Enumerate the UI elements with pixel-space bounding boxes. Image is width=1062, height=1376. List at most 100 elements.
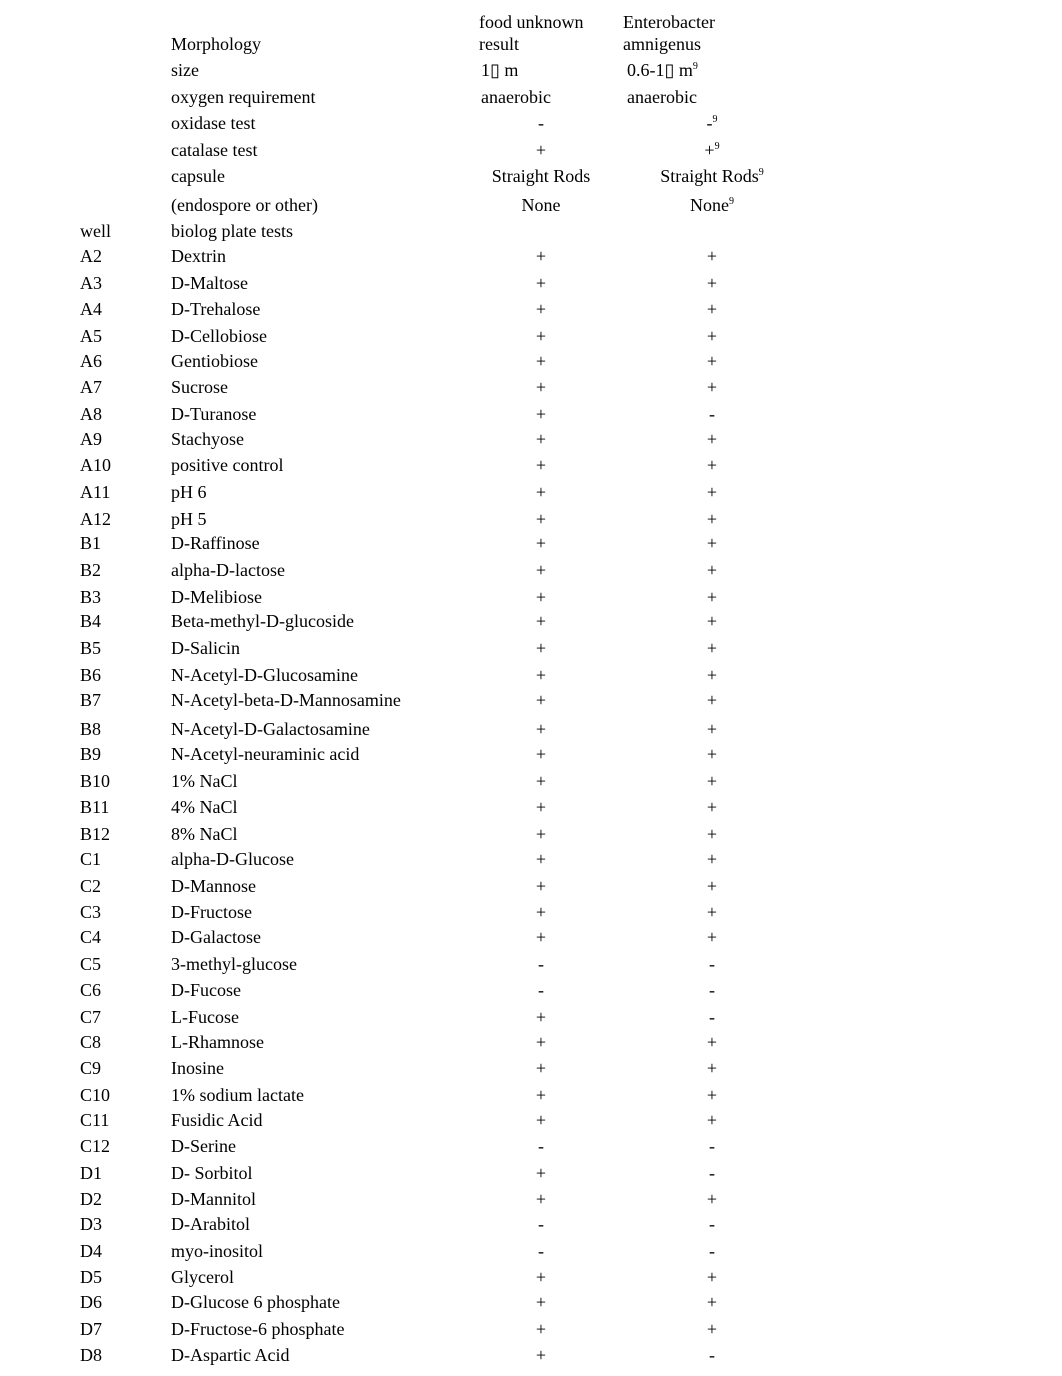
unknown-result: + <box>535 404 547 424</box>
reference-result: + <box>706 429 718 449</box>
well-id: A3 <box>80 273 102 293</box>
substrate-name: L-Rhamnose <box>171 1032 264 1052</box>
well-id: B12 <box>80 824 111 844</box>
unknown-result: + <box>535 797 547 817</box>
morphology-test-label: size <box>171 60 199 80</box>
section-morphology: Morphology <box>171 34 261 54</box>
unknown-result: - <box>538 980 544 1000</box>
reference-result: + <box>706 1292 718 1312</box>
well-id: D6 <box>80 1292 102 1312</box>
section-biolog: biolog plate tests <box>171 221 293 241</box>
well-id: A12 <box>80 509 111 529</box>
unknown-result: 1▯ m <box>481 60 519 80</box>
reference-result: + <box>706 744 718 764</box>
unknown-result: + <box>535 744 547 764</box>
citation-superscript: 9 <box>712 114 718 125</box>
well-id: B5 <box>80 638 102 658</box>
well-id: D7 <box>80 1319 102 1339</box>
substrate-name: positive control <box>171 455 284 475</box>
unknown-result: + <box>535 509 547 529</box>
substrate-name: Gentiobiose <box>171 351 258 371</box>
well-id: B2 <box>80 560 102 580</box>
well-id: A4 <box>80 299 102 319</box>
unknown-result: + <box>535 273 547 293</box>
reference-result: + <box>706 1058 718 1078</box>
unknown-result: + <box>535 611 547 631</box>
reference-result: - <box>709 1241 715 1261</box>
substrate-name: Stachyose <box>171 429 244 449</box>
unknown-result: anaerobic <box>481 87 551 107</box>
well-id: D4 <box>80 1241 102 1261</box>
substrate-name: D-Melibiose <box>171 587 262 607</box>
reference-result: - <box>709 1345 715 1365</box>
well-id: C1 <box>80 849 102 869</box>
well-id: C2 <box>80 876 102 896</box>
well-id: D8 <box>80 1345 102 1365</box>
unknown-result: + <box>535 771 547 791</box>
morphology-test-label: catalase test <box>171 140 258 160</box>
reference-result: + <box>706 665 718 685</box>
reference-result: + <box>706 560 718 580</box>
well-id: C8 <box>80 1032 102 1052</box>
reference-value: 0.6-1▯ m <box>627 60 693 80</box>
substrate-name: D-Mannose <box>171 876 256 896</box>
substrate-name: D-Trehalose <box>171 299 261 319</box>
document-page: food unknown result Enterobacter amnigen… <box>0 0 1062 1376</box>
unknown-result: + <box>535 1163 547 1183</box>
substrate-name: D-Mannitol <box>171 1189 256 1209</box>
substrate-name: D-Galactose <box>171 927 261 947</box>
substrate-name: pH 6 <box>171 482 207 502</box>
substrate-name: D-Fructose-6 phosphate <box>171 1319 345 1339</box>
well-id: B6 <box>80 665 102 685</box>
citation-superscript: 9 <box>692 61 698 72</box>
well-id: B9 <box>80 744 102 764</box>
reference-result: + <box>706 1189 718 1209</box>
unknown-result: + <box>535 638 547 658</box>
morphology-test-label: oxidase test <box>171 113 256 133</box>
substrate-name: alpha-D-lactose <box>171 560 285 580</box>
reference-result: - <box>709 1214 715 1234</box>
unknown-result: + <box>535 902 547 922</box>
substrate-name: Beta-methyl-D-glucoside <box>171 611 354 631</box>
well-id: A11 <box>80 482 111 502</box>
unknown-result: + <box>535 429 547 449</box>
well-id: C3 <box>80 902 102 922</box>
reference-result: + <box>706 824 718 844</box>
unknown-result: - <box>538 954 544 974</box>
unknown-result: + <box>535 719 547 739</box>
reference-result: + <box>706 611 718 631</box>
reference-result: + <box>706 1032 718 1052</box>
unknown-result: + <box>535 140 547 160</box>
well-id: C6 <box>80 980 102 1000</box>
unknown-result: Straight Rods <box>491 166 591 186</box>
reference-result: + <box>706 509 718 529</box>
well-id: A9 <box>80 429 102 449</box>
unknown-result: + <box>535 927 547 947</box>
unknown-result: None <box>521 195 561 215</box>
substrate-name: alpha-D-Glucose <box>171 849 294 869</box>
reference-result: - <box>709 1163 715 1183</box>
reference-result: + <box>706 1319 718 1339</box>
unknown-result: - <box>538 1241 544 1261</box>
reference-value: None <box>690 195 729 215</box>
substrate-name: D-Serine <box>171 1136 236 1156</box>
well-id: C9 <box>80 1058 102 1078</box>
unknown-result: + <box>535 876 547 896</box>
unknown-result: + <box>535 1032 547 1052</box>
substrate-name: D-Maltose <box>171 273 248 293</box>
well-id: B4 <box>80 611 102 631</box>
well-id: B11 <box>80 797 110 817</box>
reference-result: + <box>706 797 718 817</box>
unknown-result: + <box>535 533 547 553</box>
unknown-result: + <box>535 482 547 502</box>
unknown-result: + <box>535 377 547 397</box>
reference-result: + <box>706 771 718 791</box>
reference-result: - <box>709 954 715 974</box>
col-header-unknown-line1: food unknown <box>479 12 584 32</box>
substrate-name: D-Fructose <box>171 902 252 922</box>
well-id: A10 <box>80 455 111 475</box>
reference-result: + <box>706 587 718 607</box>
well-id: A7 <box>80 377 102 397</box>
well-id: D1 <box>80 1163 102 1183</box>
unknown-result: + <box>535 299 547 319</box>
